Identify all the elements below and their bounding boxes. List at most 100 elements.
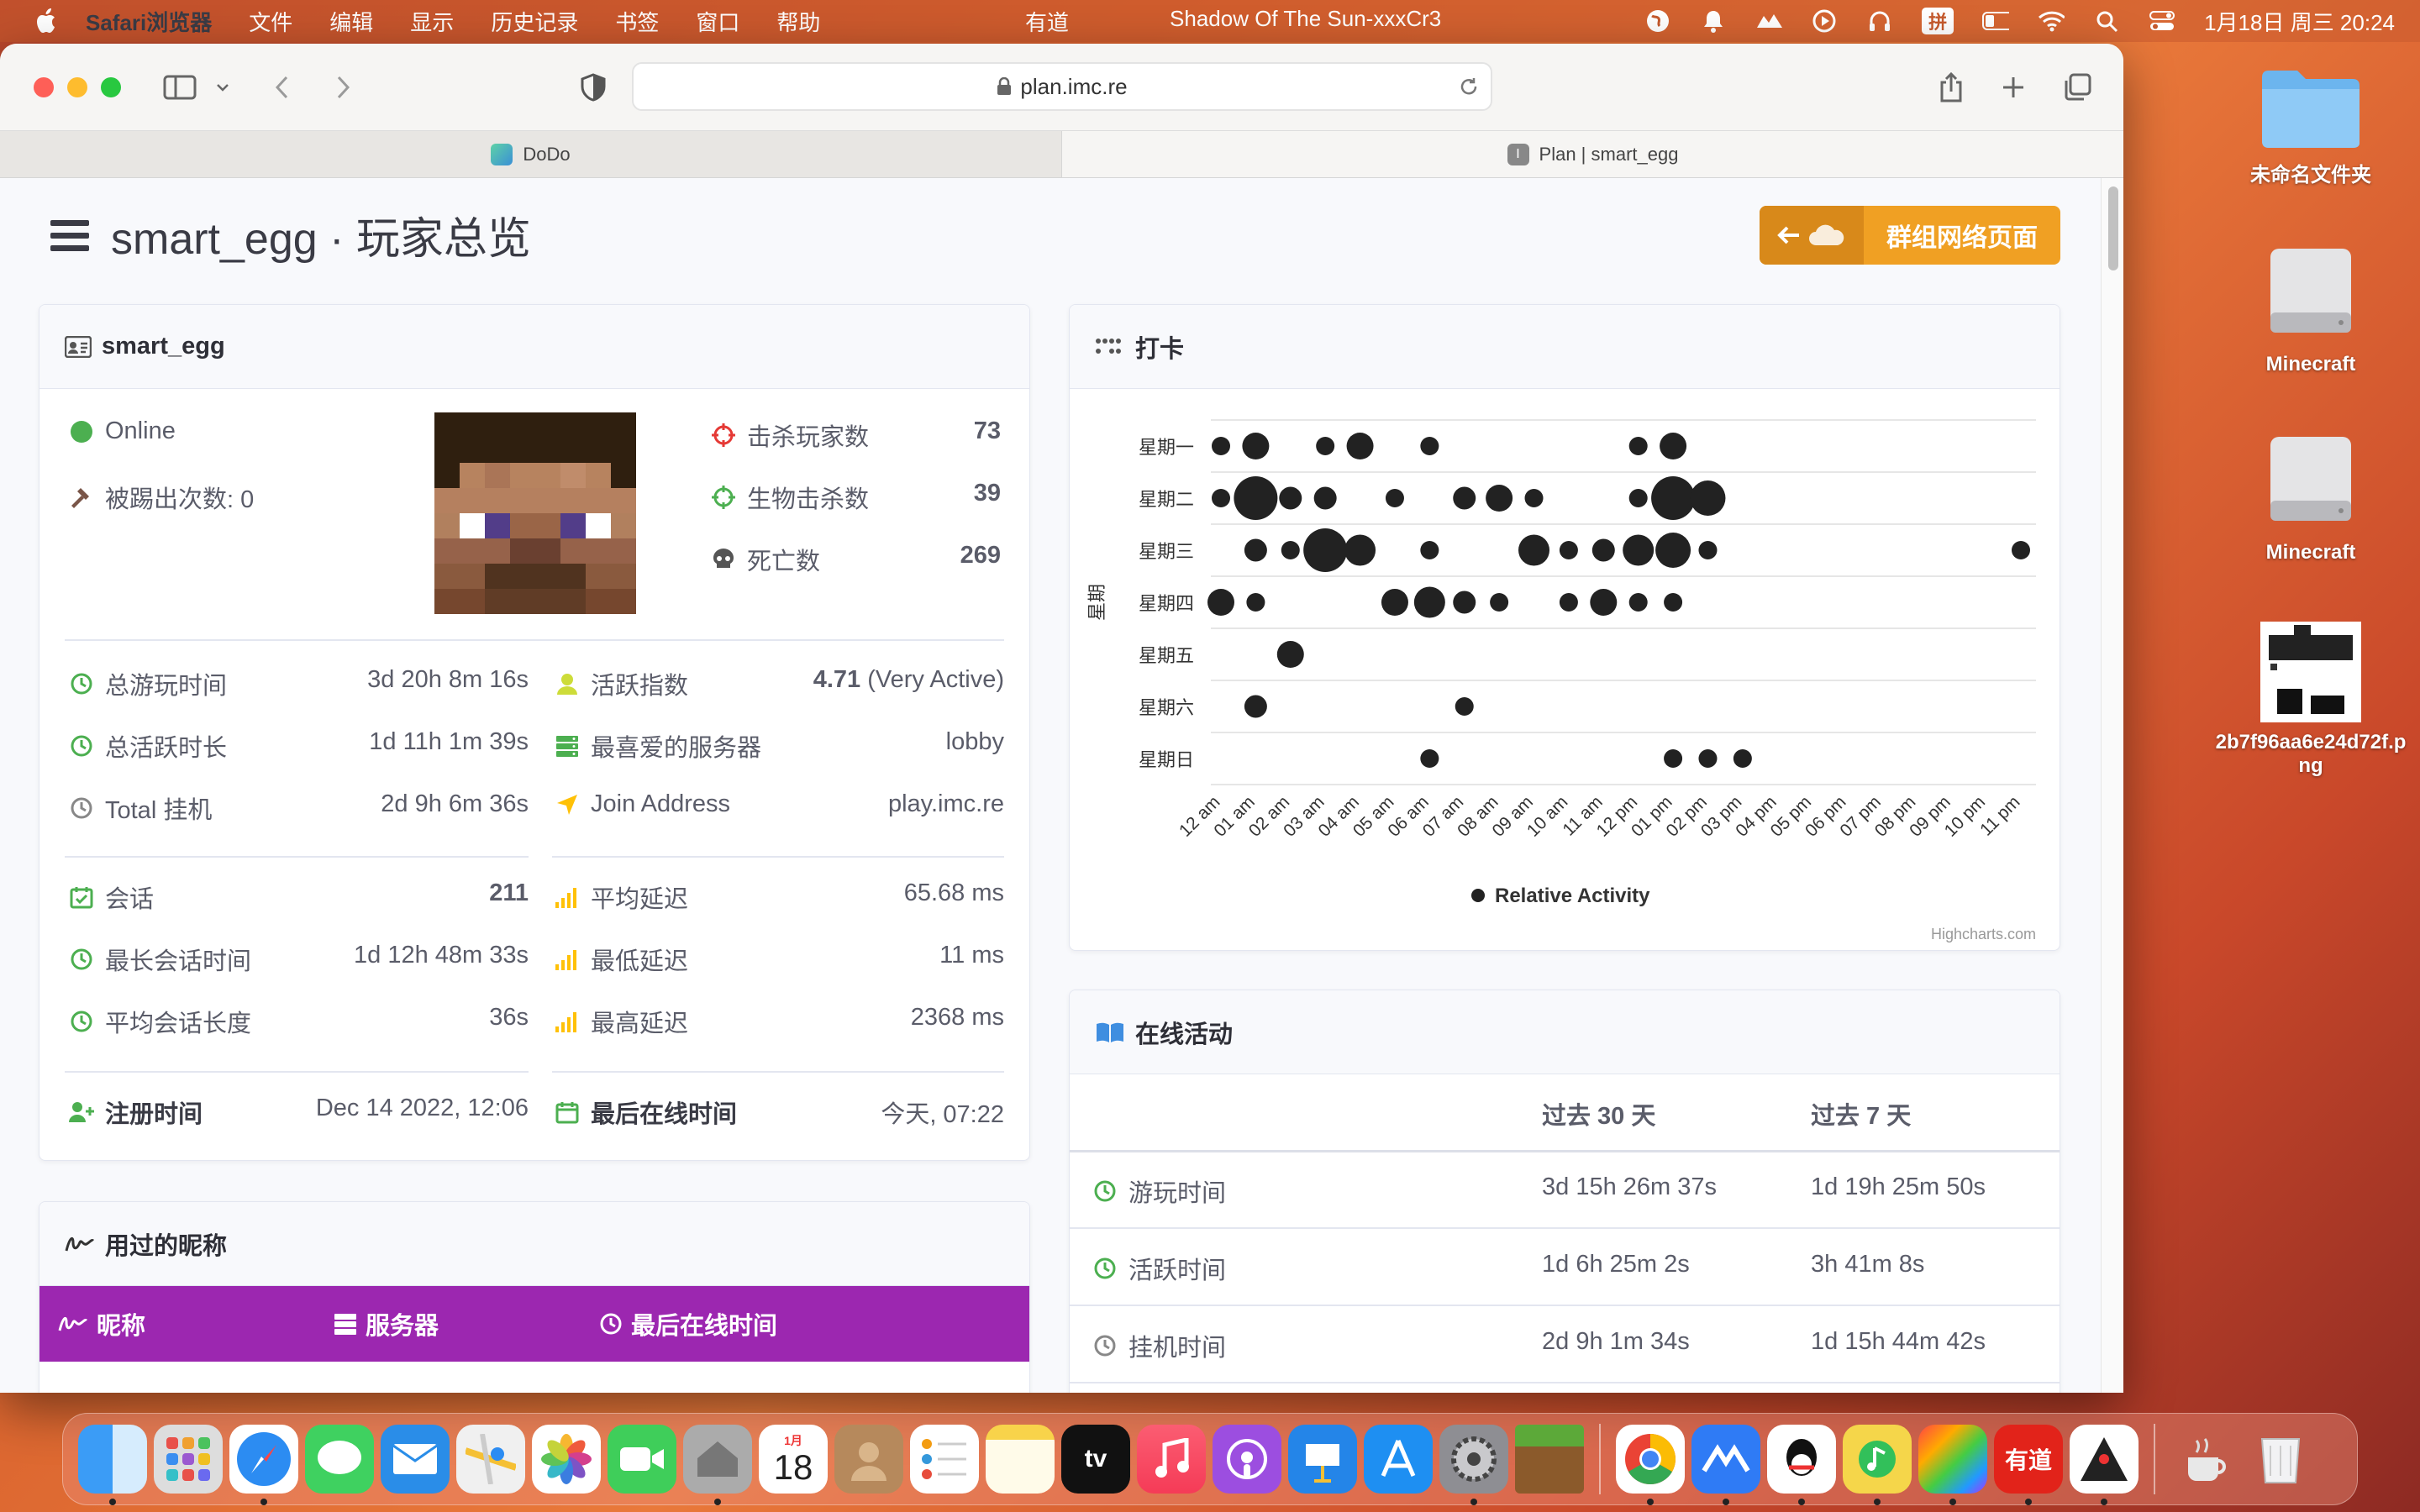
- menu-history[interactable]: 历史记录: [491, 6, 578, 37]
- sidebar-menu-chevron-icon[interactable]: [210, 69, 235, 106]
- longest-session-label: 最长会话时间: [105, 948, 252, 975]
- globe-icon[interactable]: [1644, 8, 1671, 34]
- dock-launchpad-icon[interactable]: [154, 1425, 223, 1494]
- control-center-icon[interactable]: [2149, 8, 2175, 34]
- chart-y-tick-label: 星期三: [1139, 541, 1194, 562]
- scrollbar-thumb[interactable]: [2108, 186, 2118, 270]
- menu-bookmarks[interactable]: 书签: [615, 6, 659, 37]
- dock-system-settings-icon[interactable]: [1439, 1425, 1508, 1505]
- desktop-folder[interactable]: 未命名文件夹: [2227, 66, 2395, 187]
- dock-home-icon[interactable]: [683, 1425, 752, 1505]
- dock-reminders-icon[interactable]: [910, 1425, 979, 1494]
- lock-icon: [997, 77, 1012, 95]
- address-bar[interactable]: plan.imc.re: [632, 62, 1492, 111]
- signature-icon: [58, 1316, 88, 1331]
- avg-ping-label: 平均延迟: [591, 886, 689, 913]
- sidebar-toggle-icon[interactable]: [161, 69, 198, 106]
- dock-keynote-icon[interactable]: [1288, 1425, 1357, 1494]
- dock-apple-tv-icon[interactable]: tv: [1061, 1425, 1130, 1494]
- reload-icon[interactable]: [1459, 76, 1479, 97]
- menu-file[interactable]: 文件: [249, 6, 292, 37]
- signal-bars-icon: [555, 888, 576, 908]
- share-icon[interactable]: [1933, 69, 1970, 106]
- sessions-value: 211: [489, 879, 529, 906]
- dock-calendar-icon[interactable]: 1月 18: [759, 1425, 828, 1494]
- chart-point: [1628, 593, 1648, 612]
- back-arrow-icon[interactable]: [264, 69, 301, 106]
- col-server[interactable]: 服务器: [334, 1306, 439, 1341]
- tab-plan[interactable]: I Plan | smart_egg: [1061, 131, 2123, 177]
- zoom-window-button[interactable]: [101, 76, 121, 97]
- close-window-button[interactable]: [34, 76, 54, 97]
- dock-minecraft-icon[interactable]: [1515, 1425, 1584, 1494]
- menu-app-name[interactable]: Safari浏览器: [86, 6, 212, 37]
- clock-gray-icon: [71, 797, 92, 819]
- last-seen-label: 最后在线时间: [591, 1101, 738, 1128]
- chart-point: [1698, 541, 1718, 559]
- menu-edit[interactable]: 编辑: [329, 6, 373, 37]
- tab-plan-label: Plan | smart_egg: [1539, 143, 1679, 165]
- dock-safari-icon[interactable]: [229, 1425, 298, 1505]
- tab-dodo[interactable]: DoDo: [0, 131, 1061, 177]
- network-page-button[interactable]: 群组网络页面: [1760, 206, 2060, 265]
- play-icon[interactable]: [1811, 8, 1838, 34]
- new-tab-plus-icon[interactable]: [1995, 69, 2032, 106]
- youdao-menu-item[interactable]: 有道: [1025, 6, 1069, 37]
- menu-help[interactable]: 帮助: [776, 6, 820, 37]
- cloud-sync-icon[interactable]: [1755, 8, 1783, 34]
- desktop-disk-minecraft-1[interactable]: Minecraft: [2227, 245, 2395, 376]
- desktop-png-file[interactable]: 2b7f96aa6e24d72f.png: [2202, 622, 2420, 778]
- dock-messages-icon[interactable]: [305, 1425, 374, 1494]
- dock-maps-icon[interactable]: [456, 1425, 525, 1494]
- dock-qq-music-icon[interactable]: [1843, 1425, 1912, 1505]
- dock-app-store-icon[interactable]: [1364, 1425, 1433, 1494]
- registered-label: 注册时间: [105, 1101, 203, 1128]
- clock-green-icon: [1094, 1180, 1116, 1202]
- dock-contacts-icon[interactable]: [834, 1425, 903, 1494]
- dock-notes-icon[interactable]: [986, 1425, 1055, 1494]
- forward-arrow-icon[interactable]: [324, 69, 361, 106]
- tab-overview-icon[interactable]: [2059, 69, 2096, 106]
- now-playing-song[interactable]: Shadow Of The Sun-xxxCr3: [1170, 6, 1441, 37]
- page-scrollbar[interactable]: [2101, 178, 2123, 1393]
- col-last-seen[interactable]: 最后在线时间: [599, 1306, 777, 1341]
- player-avatar: [434, 412, 636, 614]
- spotlight-search-icon[interactable]: [2093, 8, 2120, 34]
- dock-finder-icon[interactable]: [78, 1425, 147, 1505]
- apple-logo-icon[interactable]: [30, 4, 64, 38]
- min-ping-value: 11 ms: [939, 942, 1004, 969]
- dock-colorful-app-icon[interactable]: [1918, 1425, 1987, 1505]
- dock-facetime-icon[interactable]: [608, 1425, 676, 1494]
- dock-chrome-icon[interactable]: [1616, 1425, 1685, 1505]
- player-card: smart_egg Online 被踢出次数: 0 击杀玩家数 73 生物击杀数…: [39, 304, 1030, 1161]
- minimize-window-button[interactable]: [67, 76, 87, 97]
- dock-youdao-icon[interactable]: 有道: [1994, 1425, 2063, 1505]
- menu-view[interactable]: 显示: [410, 6, 454, 37]
- menu-clock[interactable]: 1月18日 周三 20:24: [2204, 6, 2395, 37]
- privacy-shield-icon[interactable]: [575, 69, 612, 106]
- dock-music-icon[interactable]: [1137, 1425, 1206, 1494]
- battery-icon[interactable]: [1982, 8, 2010, 34]
- dock-podcasts-icon[interactable]: [1213, 1425, 1281, 1494]
- chart-y-tick-label: 星期六: [1139, 697, 1194, 718]
- dock-java-cup-icon[interactable]: [2170, 1425, 2239, 1494]
- menu-window[interactable]: 窗口: [696, 6, 739, 37]
- dock-qq-icon[interactable]: [1767, 1425, 1836, 1505]
- hamburger-menu-icon[interactable]: [50, 218, 89, 252]
- disk-drive-icon: [2270, 249, 2351, 333]
- dock-photos-icon[interactable]: [532, 1425, 601, 1494]
- activity-index-text: (Very Active): [867, 666, 1004, 693]
- dock-dodo-icon[interactable]: [1691, 1425, 1760, 1505]
- dock-trash-icon[interactable]: [2246, 1425, 2315, 1494]
- active-value: 1d 11h 1m 39s: [369, 728, 529, 755]
- chart-point: [1524, 489, 1544, 507]
- dock-mail-icon[interactable]: [381, 1425, 450, 1494]
- dock-java-launcher-icon[interactable]: [2070, 1425, 2139, 1505]
- input-method-icon[interactable]: 拼: [1922, 8, 1954, 34]
- desktop-disk-minecraft-2[interactable]: Minecraft: [2227, 433, 2395, 564]
- col-nickname[interactable]: 昵称: [58, 1306, 145, 1341]
- desktop-folder-label: 未命名文件夹: [2250, 164, 2371, 186]
- headphones-icon[interactable]: [1866, 8, 1893, 34]
- wifi-icon[interactable]: [2038, 8, 2065, 34]
- bell-icon[interactable]: [1700, 8, 1727, 34]
